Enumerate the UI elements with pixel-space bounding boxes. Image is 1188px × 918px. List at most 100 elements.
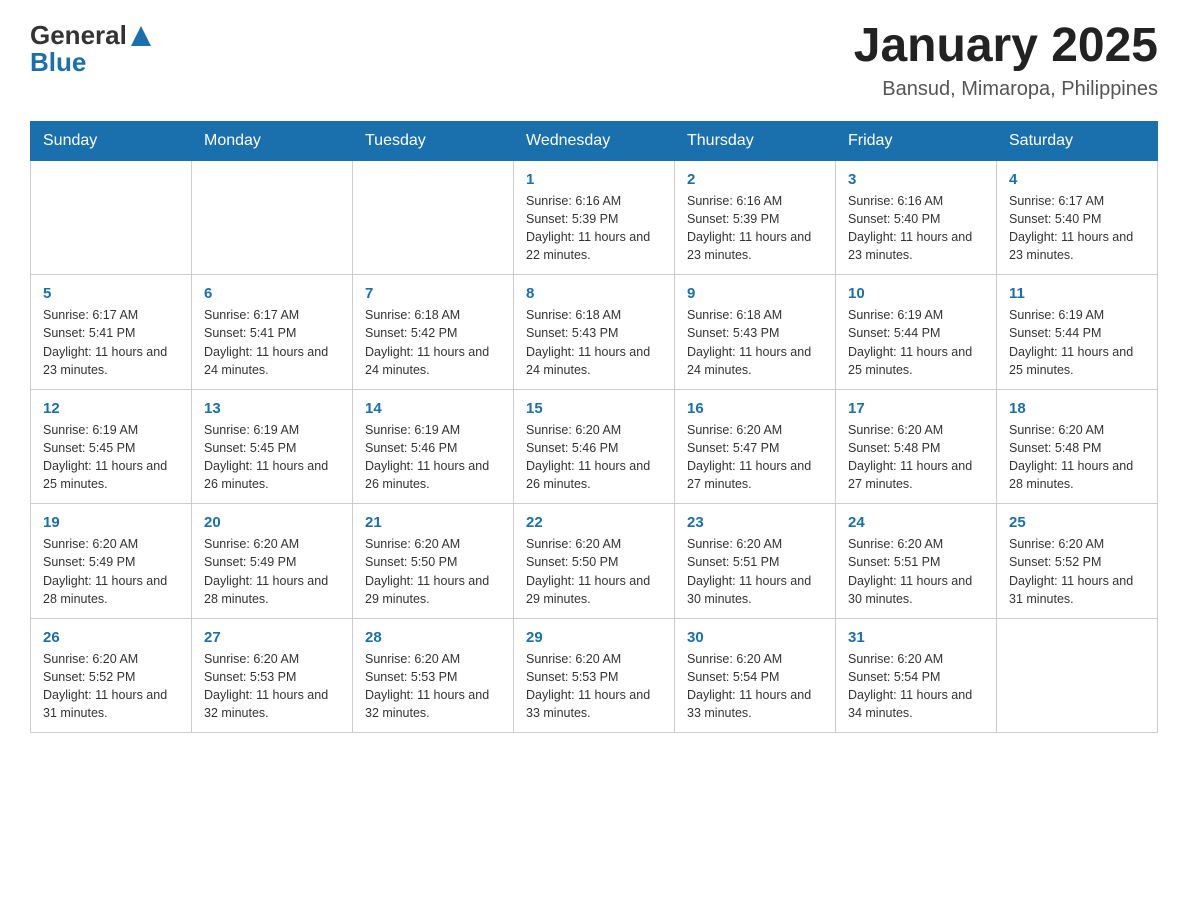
calendar-cell: 12 Sunrise: 6:19 AM Sunset: 5:45 PM Dayli… [31, 389, 192, 504]
day-info: Sunrise: 6:20 AM Sunset: 5:49 PM Dayligh… [43, 535, 179, 608]
day-info: Sunrise: 6:20 AM Sunset: 5:50 PM Dayligh… [526, 535, 662, 608]
calendar-cell: 9 Sunrise: 6:18 AM Sunset: 5:43 PM Daylig… [675, 275, 836, 390]
day-number: 9 [687, 285, 823, 302]
calendar-cell: 11 Sunrise: 6:19 AM Sunset: 5:44 PM Dayli… [997, 275, 1158, 390]
week-row-1: 1Sunrise: 6:16 AM Sunset: 5:39 PM Daylig… [31, 160, 1158, 275]
day-number: 28 [365, 629, 501, 646]
calendar-cell: 25 Sunrise: 6:20 AM Sunset: 5:52 PM Dayli… [997, 504, 1158, 619]
calendar-cell: 14Sunrise: 6:19 AM Sunset: 5:46 PM Dayli… [353, 389, 514, 504]
calendar-cell: 5 Sunrise: 6:17 AM Sunset: 5:41 PM Daylig… [31, 275, 192, 390]
calendar-cell: 13Sunrise: 6:19 AM Sunset: 5:45 PM Dayli… [192, 389, 353, 504]
day-info: Sunrise: 6:20 AM Sunset: 5:48 PM Dayligh… [1009, 421, 1145, 494]
day-number: 16 [687, 400, 823, 417]
logo-text-blue: Blue [30, 47, 151, 78]
day-number: 8 [526, 285, 662, 302]
day-number: 26 [43, 629, 179, 646]
page-header: General Blue January 2025 Bansud, Mimaro… [30, 20, 1158, 101]
day-number: 22 [526, 514, 662, 531]
calendar-cell: 30Sunrise: 6:20 AM Sunset: 5:54 PM Dayli… [675, 618, 836, 733]
day-number: 27 [204, 629, 340, 646]
calendar-cell: 4Sunrise: 6:17 AM Sunset: 5:40 PM Daylig… [997, 160, 1158, 275]
day-info: Sunrise: 6:20 AM Sunset: 5:53 PM Dayligh… [365, 650, 501, 723]
day-info: Sunrise: 6:19 AM Sunset: 5:45 PM Dayligh… [43, 421, 179, 494]
calendar-cell: 10 Sunrise: 6:19 AM Sunset: 5:44 PM Dayli… [836, 275, 997, 390]
day-number: 15 [526, 400, 662, 417]
day-number: 25 [1009, 514, 1145, 531]
calendar-title: January 2025 [854, 20, 1158, 73]
calendar-cell: 26 Sunrise: 6:20 AM Sunset: 5:52 PM Dayli… [31, 618, 192, 733]
week-row-4: 19 Sunrise: 6:20 AM Sunset: 5:49 PM Dayli… [31, 504, 1158, 619]
day-info: Sunrise: 6:18 AM Sunset: 5:43 PM Dayligh… [687, 306, 823, 379]
day-number: 19 [43, 514, 179, 531]
week-row-3: 12 Sunrise: 6:19 AM Sunset: 5:45 PM Dayli… [31, 389, 1158, 504]
day-number: 10 [848, 285, 984, 302]
calendar-cell: 1Sunrise: 6:16 AM Sunset: 5:39 PM Daylig… [514, 160, 675, 275]
week-row-2: 5 Sunrise: 6:17 AM Sunset: 5:41 PM Daylig… [31, 275, 1158, 390]
calendar-cell [353, 160, 514, 275]
calendar-cell: 21 Sunrise: 6:20 AM Sunset: 5:50 PM Dayli… [353, 504, 514, 619]
day-number: 18 [1009, 400, 1145, 417]
week-row-5: 26 Sunrise: 6:20 AM Sunset: 5:52 PM Dayli… [31, 618, 1158, 733]
day-info: Sunrise: 6:17 AM Sunset: 5:41 PM Dayligh… [43, 306, 179, 379]
logo: General Blue [30, 20, 151, 78]
header-friday: Friday [836, 121, 997, 160]
calendar-subtitle: Bansud, Mimaropa, Philippines [854, 78, 1158, 101]
calendar-cell: 8 Sunrise: 6:18 AM Sunset: 5:43 PM Daylig… [514, 275, 675, 390]
day-number: 20 [204, 514, 340, 531]
day-info: Sunrise: 6:18 AM Sunset: 5:42 PM Dayligh… [365, 306, 501, 379]
day-number: 6 [204, 285, 340, 302]
day-number: 5 [43, 285, 179, 302]
day-info: Sunrise: 6:16 AM Sunset: 5:40 PM Dayligh… [848, 192, 984, 265]
day-info: Sunrise: 6:20 AM Sunset: 5:54 PM Dayligh… [848, 650, 984, 723]
calendar-cell: 15Sunrise: 6:20 AM Sunset: 5:46 PM Dayli… [514, 389, 675, 504]
calendar-cell: 28 Sunrise: 6:20 AM Sunset: 5:53 PM Dayli… [353, 618, 514, 733]
day-number: 7 [365, 285, 501, 302]
day-number: 11 [1009, 285, 1145, 302]
calendar-cell: 3 Sunrise: 6:16 AM Sunset: 5:40 PM Daylig… [836, 160, 997, 275]
day-number: 12 [43, 400, 179, 417]
calendar-cell [997, 618, 1158, 733]
day-info: Sunrise: 6:18 AM Sunset: 5:43 PM Dayligh… [526, 306, 662, 379]
day-info: Sunrise: 6:20 AM Sunset: 5:48 PM Dayligh… [848, 421, 984, 494]
day-info: Sunrise: 6:20 AM Sunset: 5:50 PM Dayligh… [365, 535, 501, 608]
calendar-cell: 18 Sunrise: 6:20 AM Sunset: 5:48 PM Dayli… [997, 389, 1158, 504]
day-info: Sunrise: 6:20 AM Sunset: 5:51 PM Dayligh… [687, 535, 823, 608]
day-number: 21 [365, 514, 501, 531]
day-number: 2 [687, 171, 823, 188]
calendar-cell: 7 Sunrise: 6:18 AM Sunset: 5:42 PM Daylig… [353, 275, 514, 390]
day-info: Sunrise: 6:16 AM Sunset: 5:39 PM Dayligh… [526, 192, 662, 265]
day-number: 30 [687, 629, 823, 646]
calendar-cell: 20Sunrise: 6:20 AM Sunset: 5:49 PM Dayli… [192, 504, 353, 619]
calendar-cell [192, 160, 353, 275]
day-info: Sunrise: 6:19 AM Sunset: 5:44 PM Dayligh… [848, 306, 984, 379]
header-tuesday: Tuesday [353, 121, 514, 160]
calendar-cell: 2 Sunrise: 6:16 AM Sunset: 5:39 PM Daylig… [675, 160, 836, 275]
calendar-cell: 29Sunrise: 6:20 AM Sunset: 5:53 PM Dayli… [514, 618, 675, 733]
day-number: 4 [1009, 171, 1145, 188]
calendar-cell: 19 Sunrise: 6:20 AM Sunset: 5:49 PM Dayli… [31, 504, 192, 619]
calendar-header-row: SundayMondayTuesdayWednesdayThursdayFrid… [31, 121, 1158, 160]
calendar-cell: 16 Sunrise: 6:20 AM Sunset: 5:47 PM Dayli… [675, 389, 836, 504]
header-sunday: Sunday [31, 121, 192, 160]
day-number: 13 [204, 400, 340, 417]
header-monday: Monday [192, 121, 353, 160]
day-number: 29 [526, 629, 662, 646]
day-number: 3 [848, 171, 984, 188]
day-info: Sunrise: 6:19 AM Sunset: 5:44 PM Dayligh… [1009, 306, 1145, 379]
title-area: January 2025 Bansud, Mimaropa, Philippin… [854, 20, 1158, 101]
day-info: Sunrise: 6:20 AM Sunset: 5:53 PM Dayligh… [204, 650, 340, 723]
header-thursday: Thursday [675, 121, 836, 160]
day-info: Sunrise: 6:16 AM Sunset: 5:39 PM Dayligh… [687, 192, 823, 265]
header-saturday: Saturday [997, 121, 1158, 160]
calendar-cell: 22 Sunrise: 6:20 AM Sunset: 5:50 PM Dayli… [514, 504, 675, 619]
day-info: Sunrise: 6:20 AM Sunset: 5:52 PM Dayligh… [43, 650, 179, 723]
header-wednesday: Wednesday [514, 121, 675, 160]
calendar-cell: 31Sunrise: 6:20 AM Sunset: 5:54 PM Dayli… [836, 618, 997, 733]
day-number: 14 [365, 400, 501, 417]
day-info: Sunrise: 6:20 AM Sunset: 5:52 PM Dayligh… [1009, 535, 1145, 608]
calendar-cell: 6Sunrise: 6:17 AM Sunset: 5:41 PM Daylig… [192, 275, 353, 390]
calendar-cell: 27 Sunrise: 6:20 AM Sunset: 5:53 PM Dayli… [192, 618, 353, 733]
calendar-cell: 23Sunrise: 6:20 AM Sunset: 5:51 PM Dayli… [675, 504, 836, 619]
day-info: Sunrise: 6:20 AM Sunset: 5:47 PM Dayligh… [687, 421, 823, 494]
calendar-cell: 24Sunrise: 6:20 AM Sunset: 5:51 PM Dayli… [836, 504, 997, 619]
